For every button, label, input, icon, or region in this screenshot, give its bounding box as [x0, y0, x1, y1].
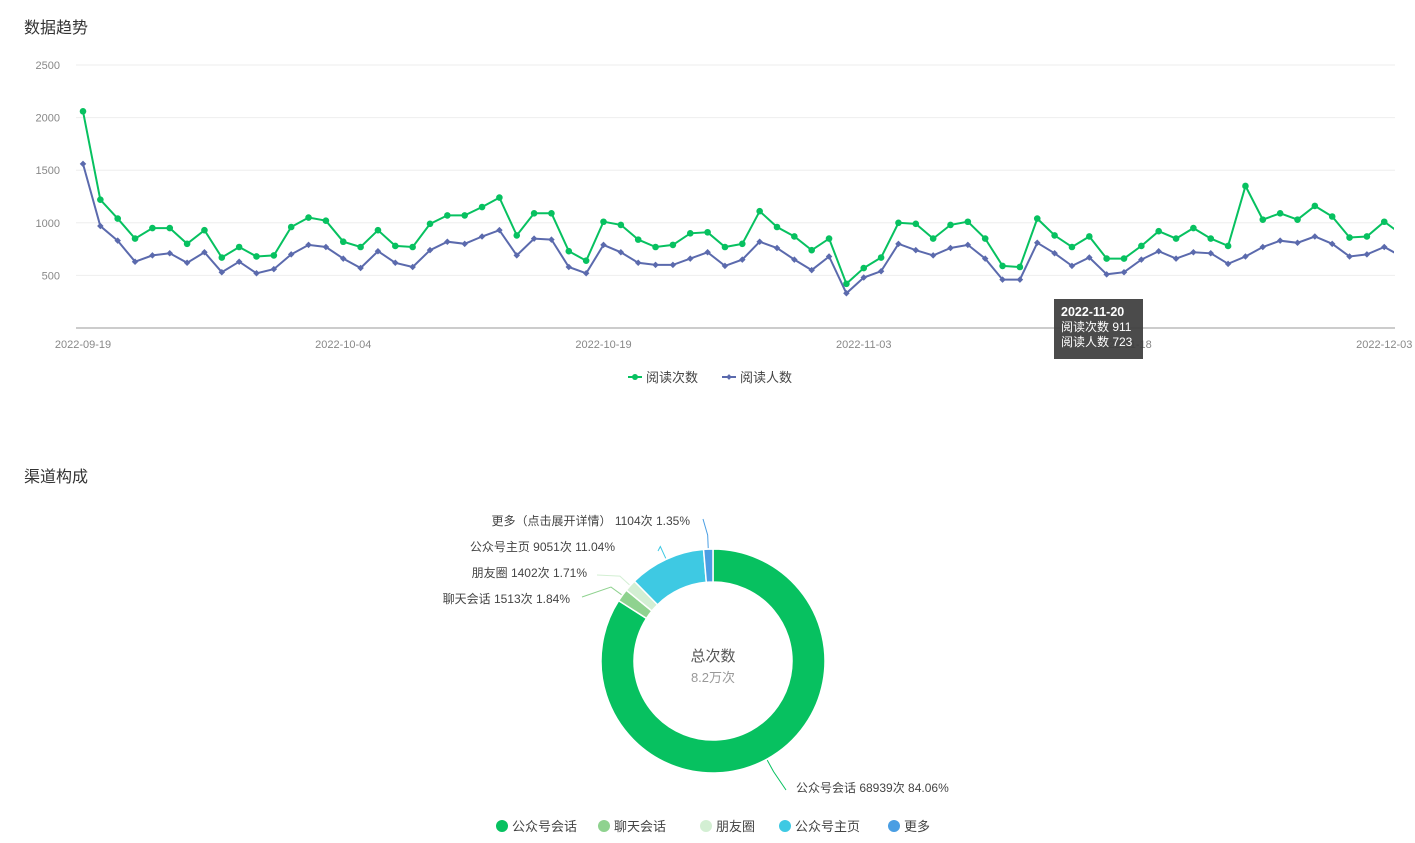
pie-legend-label: 聊天会话 — [614, 819, 666, 834]
pie-legend-marker — [779, 820, 791, 832]
pie-legend-item[interactable]: 公众号主页 — [779, 819, 860, 834]
pie-legend-label: 公众号会话 — [512, 819, 577, 834]
pie-leader-line — [702, 518, 709, 549]
pie-slice-label: 公众号会话 68939次 84.06% — [796, 781, 949, 795]
donut-center-value: 8.2万次 — [691, 670, 735, 685]
pie-legend-marker — [496, 820, 508, 832]
pie-legend-item[interactable]: 聊天会话 — [598, 819, 666, 834]
pie-leader-line — [581, 586, 622, 598]
pie-leader-line — [657, 545, 667, 559]
pie-slice-label: 聊天会话 1513次 1.84% — [443, 592, 571, 606]
pie-leader-line — [766, 759, 787, 791]
pie-legend-marker — [888, 820, 900, 832]
pie-legend-label: 公众号主页 — [795, 819, 860, 834]
pie-legend-marker — [598, 820, 610, 832]
channel-donut-chart[interactable]: 公众号会话 68939次 84.06% 聊天会话 1513次 1.84% 朋友圈 1… — [0, 0, 1415, 843]
pie-legend-item[interactable]: 朋友圈 — [700, 819, 755, 834]
pie-legend-label: 朋友圈 — [716, 819, 755, 834]
pie-legend-label: 更多 — [904, 819, 930, 834]
pie-legend-marker — [700, 820, 712, 832]
pie-legend-item[interactable]: 公众号会话 — [496, 819, 577, 834]
donut-center-title: 总次数 — [690, 648, 735, 665]
pie-slice-label: 公众号主页 9051次 11.04% — [470, 540, 616, 554]
pie-slice-label: 朋友圈 1402次 1.71% — [472, 566, 588, 580]
pie-leader-line — [596, 574, 630, 586]
pie-slice-label: 更多（点击展开详情） 1104次 1.35% — [492, 513, 691, 528]
pie-legend-item[interactable]: 更多 — [888, 819, 930, 834]
